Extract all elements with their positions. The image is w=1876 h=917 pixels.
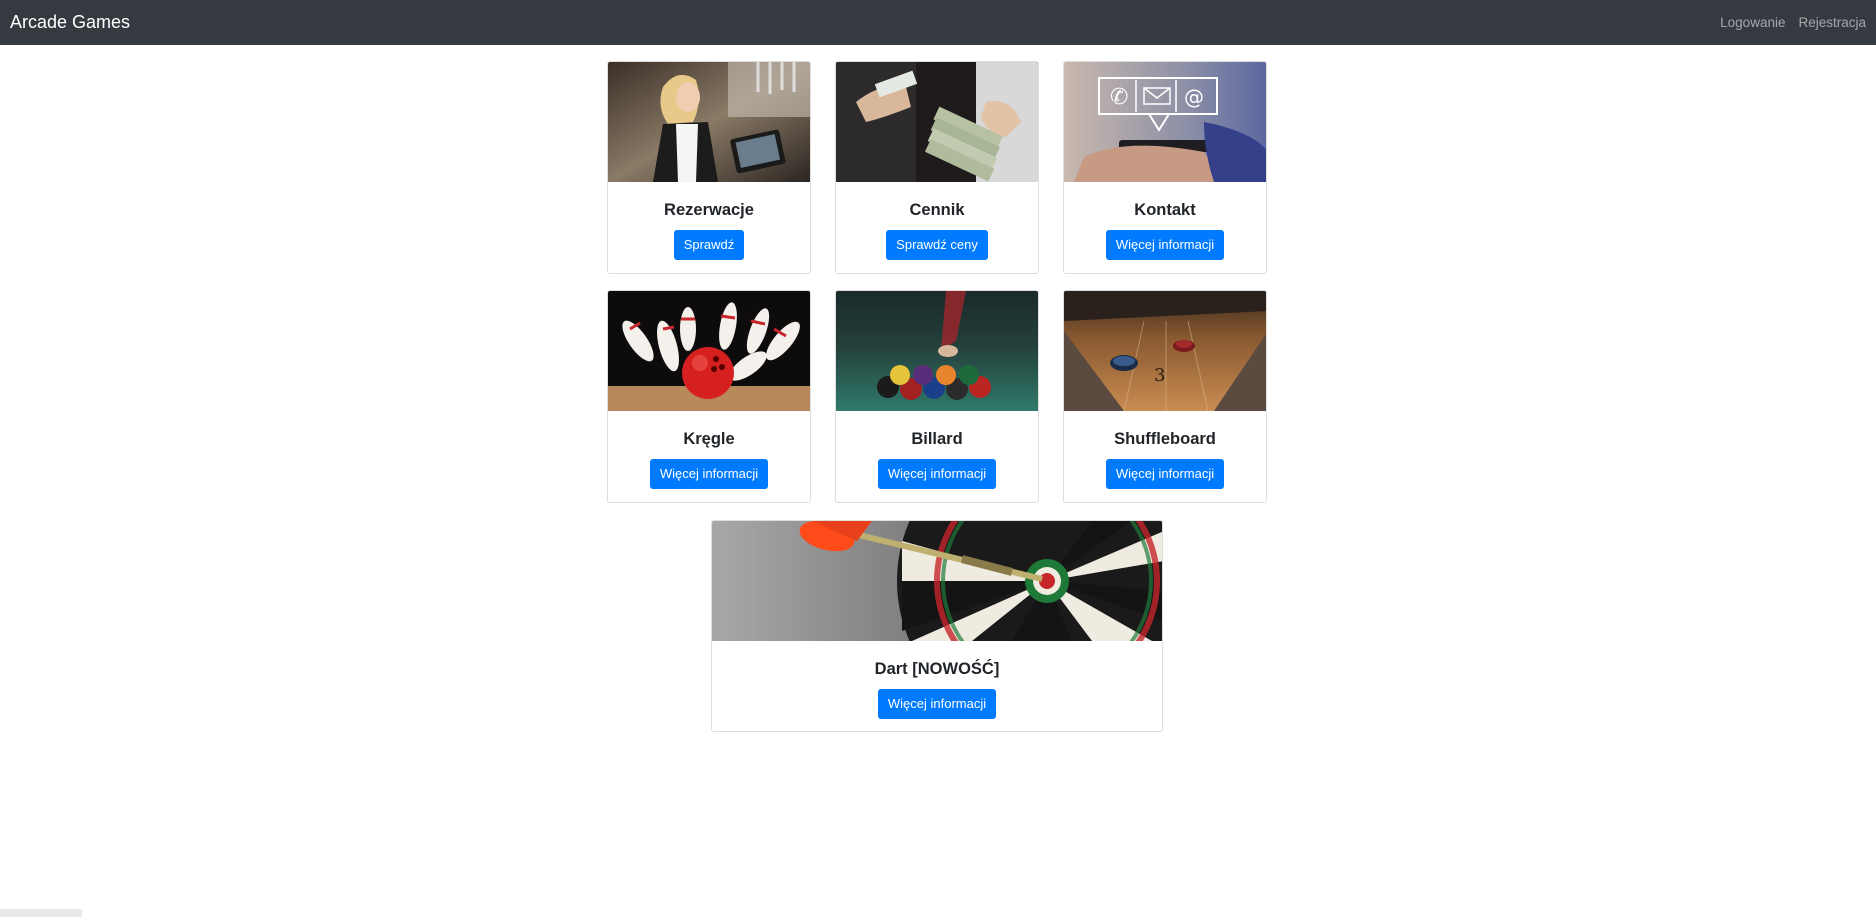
more-info-button[interactable]: Więcej informacji	[1105, 230, 1225, 260]
login-link[interactable]: Logowanie	[1720, 15, 1785, 30]
card-title: Dart [NOWOŚĆ]	[874, 660, 1000, 678]
card-rezerwacje: Rezerwacje Sprawdź	[607, 61, 811, 274]
card-title: Kręgle	[683, 430, 735, 448]
top-navbar: Arcade Games Logowanie Rejestracja	[0, 0, 1876, 45]
card-billard: Billard Więcej informacji	[835, 290, 1039, 503]
svg-text:3: 3	[1154, 365, 1165, 386]
card-cennik: Cennik Sprawdź ceny	[835, 61, 1039, 274]
card-dart: Dart [NOWOŚĆ] Więcej informacji	[711, 520, 1163, 732]
check-prices-button[interactable]: Sprawdź ceny	[886, 230, 988, 260]
card-title: Rezerwacje	[664, 201, 754, 219]
card-shuffleboard: 3 Shuffleboard Więcej informacji	[1063, 290, 1267, 503]
card-kontakt: ✆ @ Kontakt Więcej informacji	[1063, 61, 1267, 274]
contact-phone-photo: ✆ @	[1064, 62, 1266, 182]
register-link[interactable]: Rejestracja	[1798, 15, 1866, 30]
svg-text:@: @	[1184, 85, 1204, 109]
nav-links: Logowanie Rejestracja	[1720, 15, 1866, 30]
card-title: Kontakt	[1134, 201, 1196, 219]
more-info-button[interactable]: Więcej informacji	[877, 459, 997, 489]
more-info-button[interactable]: Więcej informacji	[1105, 459, 1225, 489]
card-title: Shuffleboard	[1114, 430, 1216, 448]
svg-text:✆: ✆	[1110, 85, 1128, 110]
more-info-button[interactable]: Więcej informacji	[877, 689, 997, 719]
brand-link[interactable]: Arcade Games	[10, 12, 130, 33]
card-title: Cennik	[909, 201, 965, 219]
check-button[interactable]: Sprawdź	[673, 230, 745, 260]
bowling-photo	[608, 291, 810, 411]
card-title: Billard	[911, 430, 963, 448]
darts-photo	[712, 521, 1162, 641]
shuffleboard-photo: 3	[1064, 291, 1266, 411]
more-info-button[interactable]: Więcej informacji	[649, 459, 769, 489]
money-photo	[836, 62, 1038, 182]
card-kregle: Kręgle Więcej informacji	[607, 290, 811, 503]
billiards-photo	[836, 291, 1038, 411]
bottom-corner-tab	[0, 909, 82, 917]
cashier-photo	[608, 62, 810, 182]
